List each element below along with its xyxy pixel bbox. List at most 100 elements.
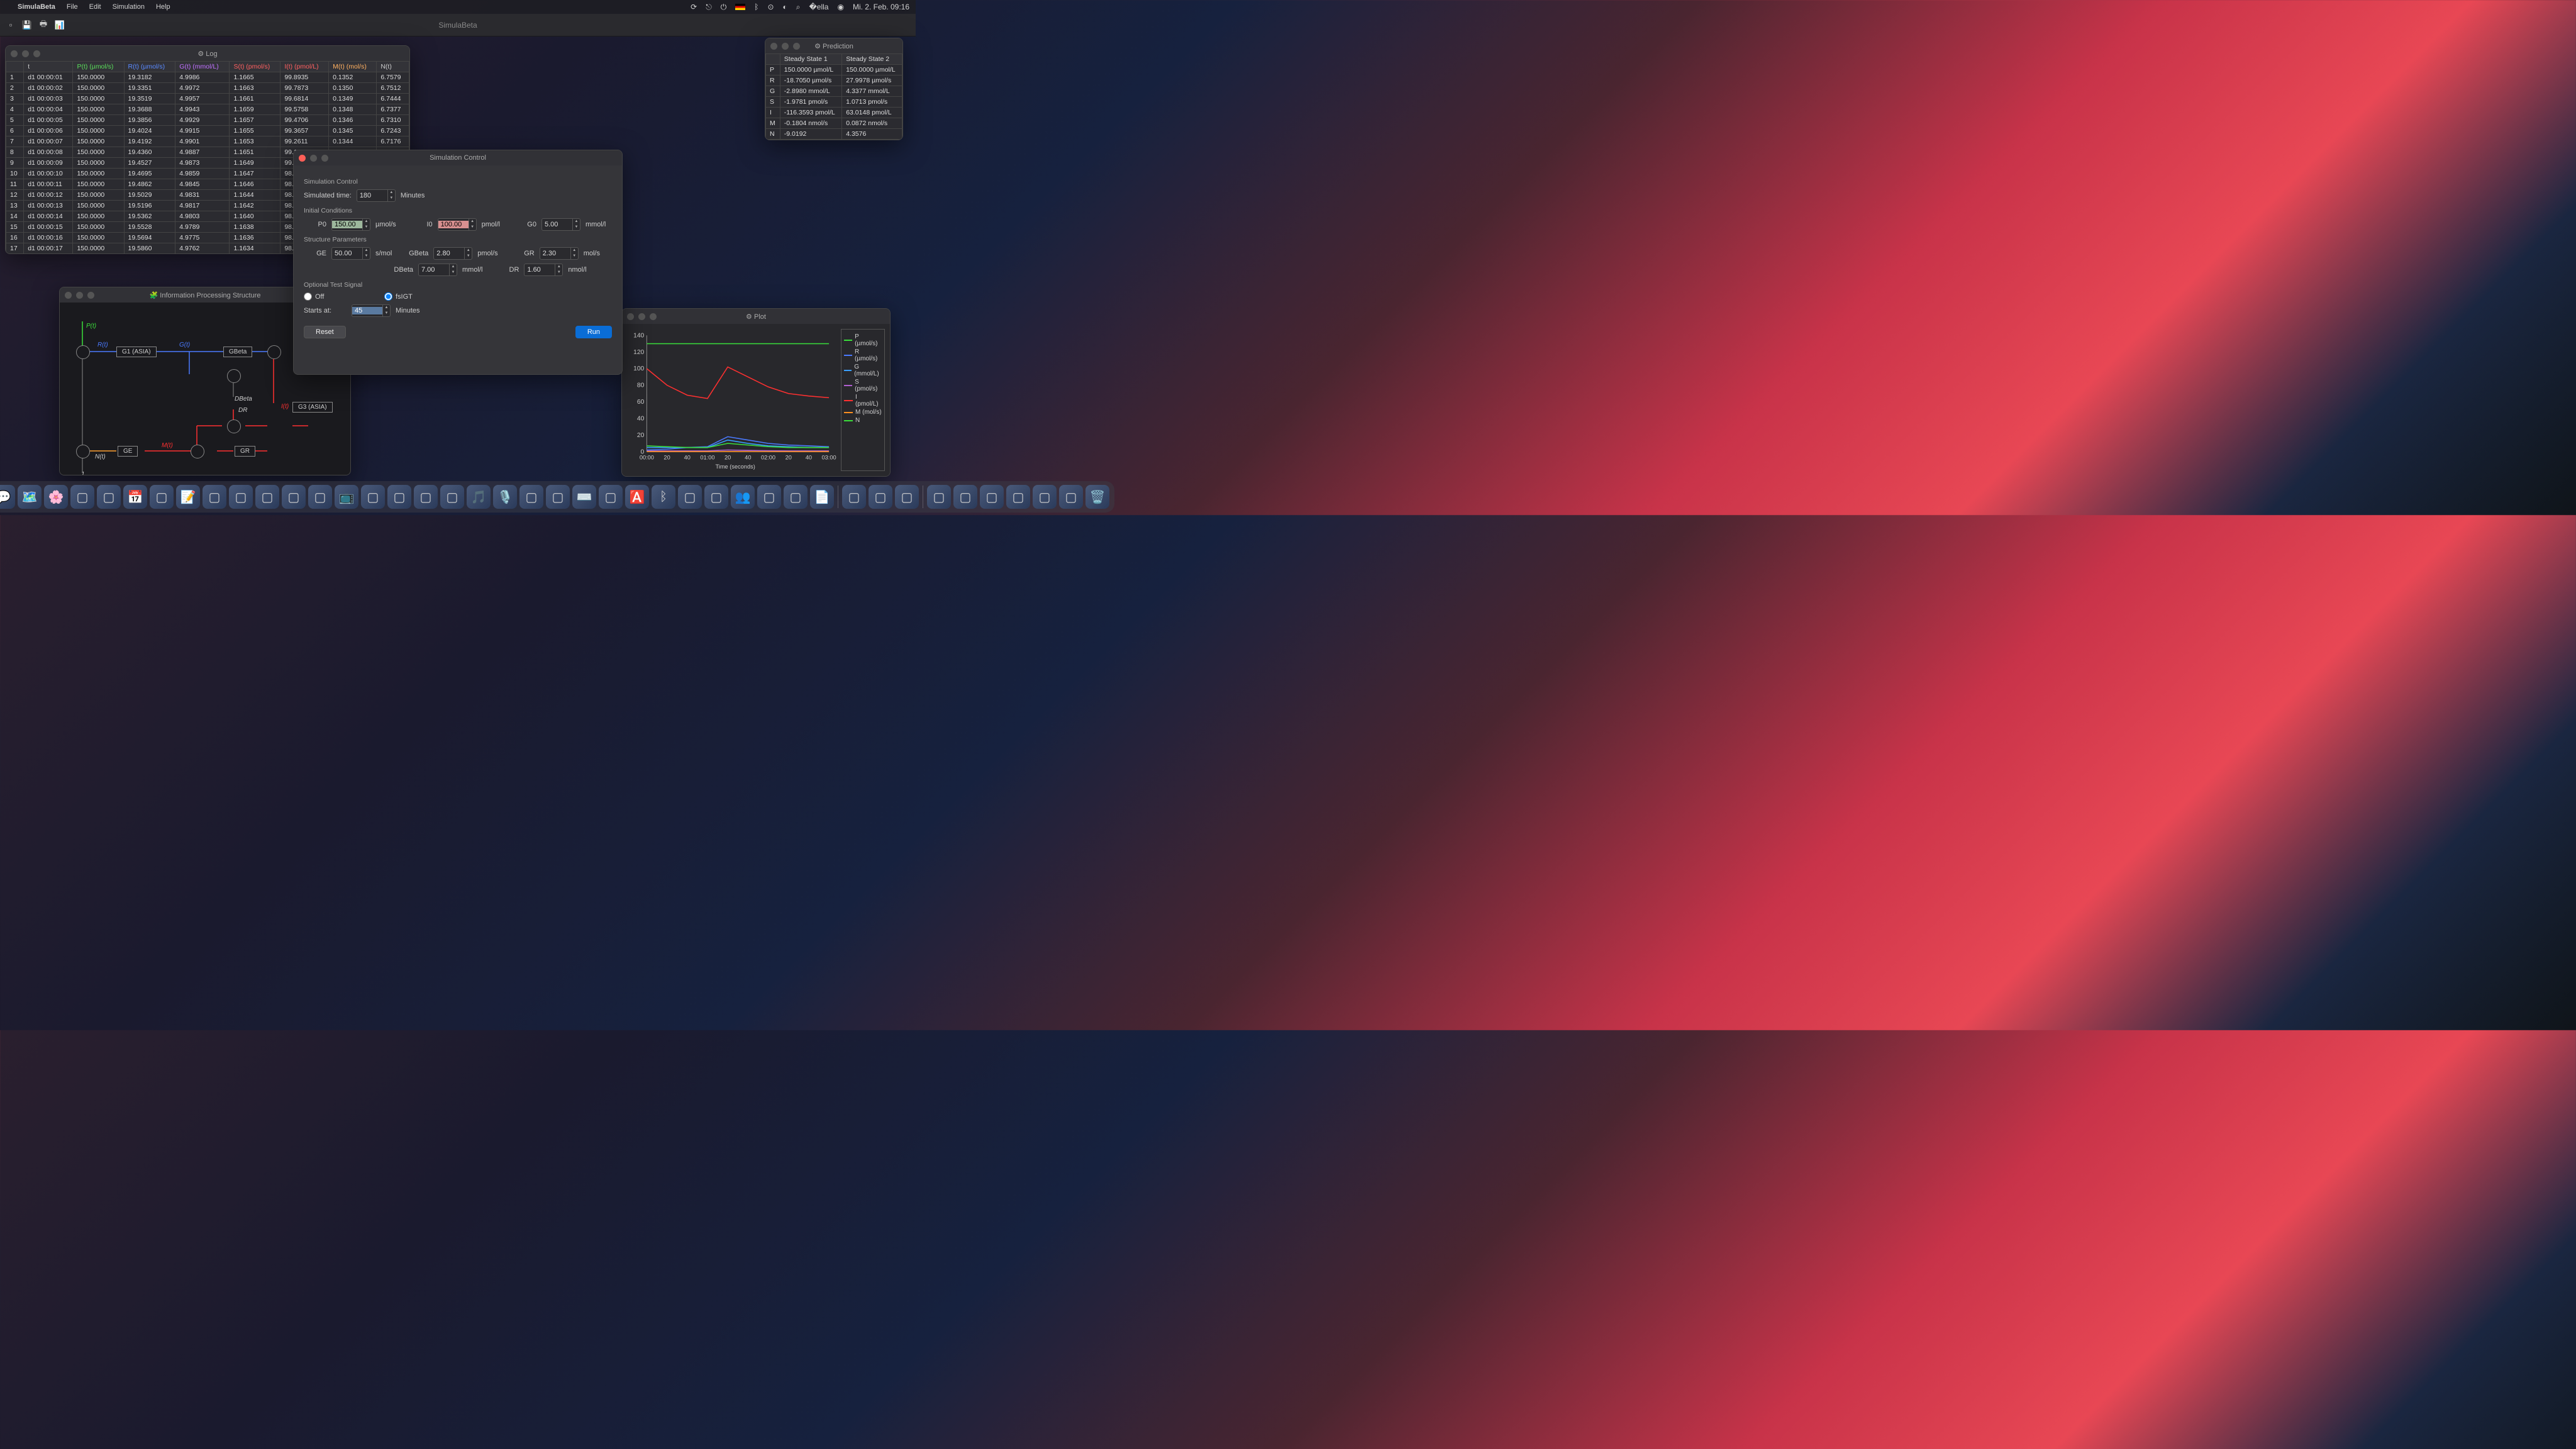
dock-trash-icon[interactable]: 🗑️	[1085, 485, 1109, 509]
dock-teams-icon[interactable]: 👥	[731, 485, 755, 509]
table-row[interactable]: R-18.7050 µmol/s27.9978 µmol/s	[766, 75, 902, 86]
dock-folder2-icon[interactable]: ▢	[953, 485, 977, 509]
ge-input[interactable]: ▲▼	[331, 247, 370, 260]
plot-canvas: 020406080100120140 00:00204001:00204002:…	[627, 329, 837, 471]
table-row[interactable]: S-1.9781 pmol/s1.0713 pmol/s	[766, 97, 902, 108]
status-icon[interactable]: ⎋	[706, 3, 712, 12]
ips-box-ge: GE	[118, 446, 138, 457]
dock-app10-icon[interactable]: ▢	[678, 485, 702, 509]
wifi-icon[interactable]: ⊙	[767, 3, 774, 11]
dock-app13-icon[interactable]: ▢	[784, 485, 808, 509]
p0-input[interactable]: ▲▼	[331, 218, 370, 231]
dock-app12-icon[interactable]: ▢	[757, 485, 781, 509]
clock[interactable]: Mi. 2. Feb. 09:16	[853, 3, 909, 11]
dock-maps-icon[interactable]: 🗺️	[18, 485, 42, 509]
starts-at-input[interactable]: ▲▼	[352, 304, 391, 317]
bluetooth-icon[interactable]: ᛒ	[754, 3, 758, 11]
dock-app1-icon[interactable]: ▢	[70, 485, 94, 509]
dock-app4-icon[interactable]: ▢	[361, 485, 385, 509]
dock-app15-icon[interactable]: ▢	[869, 485, 892, 509]
plot-titlebar[interactable]: ⚙ Plot	[622, 309, 890, 324]
table-row[interactable]: 3d1 00:00:03150.000019.35194.99571.16619…	[6, 94, 409, 104]
dock-doc2-icon[interactable]: ▢	[1059, 485, 1083, 509]
table-row[interactable]: 2d1 00:00:02150.000019.33514.99721.16639…	[6, 83, 409, 94]
dock-doc1-icon[interactable]: ▢	[1033, 485, 1057, 509]
dock-terminal-icon[interactable]: ⌨️	[572, 485, 596, 509]
flag-icon[interactable]	[735, 4, 745, 10]
menu-help[interactable]: Help	[156, 3, 170, 11]
table-row[interactable]: P150.0000 µmol/L150.0000 µmol/L	[766, 65, 902, 75]
ips-box-g1: G1 (ASIA)	[116, 347, 157, 357]
table-row[interactable]: I-116.3593 pmol/L63.0148 pmol/L	[766, 108, 902, 118]
i0-input[interactable]: ▲▼	[438, 218, 477, 231]
siri-icon[interactable]: ◉	[837, 3, 843, 11]
dock-app14-icon[interactable]: ▢	[842, 485, 866, 509]
gr-input[interactable]: ▲▼	[540, 247, 579, 260]
sim-time-input[interactable]: ▲▼	[357, 189, 396, 202]
radio-off[interactable]: Off	[304, 292, 347, 301]
app-name[interactable]: SimulaBeta	[18, 3, 55, 11]
menu-simulation[interactable]: Simulation	[113, 3, 145, 11]
dock-app7-icon[interactable]: ▢	[440, 485, 464, 509]
dbeta-input[interactable]: ▲▼	[418, 264, 457, 276]
table-row[interactable]: 4d1 00:00:04150.000019.36884.99431.16599…	[6, 104, 409, 115]
legend-item: P (µmol/s)	[844, 333, 882, 347]
status-icon[interactable]: ⏻	[721, 3, 727, 12]
dock-calendar-icon[interactable]: 📅	[123, 485, 147, 509]
dock-tv-icon[interactable]: 📺	[335, 485, 358, 509]
table-row[interactable]: G-2.8980 mmol/L4.3377 mmol/L	[766, 86, 902, 97]
dock-photos-icon[interactable]: 🌸	[44, 485, 68, 509]
reset-button[interactable]: Reset	[304, 326, 346, 338]
menu-file[interactable]: File	[67, 3, 78, 11]
table-row[interactable]: 1d1 00:00:01150.000019.31824.99861.16659…	[6, 72, 409, 83]
table-row[interactable]: 7d1 00:00:07150.000019.41924.99011.16539…	[6, 136, 409, 147]
log-titlebar[interactable]: ⚙ Log	[6, 46, 409, 61]
dock-app2-icon[interactable]: ▢	[97, 485, 121, 509]
table-row[interactable]: 5d1 00:00:05150.000019.38564.99291.16579…	[6, 115, 409, 126]
dock-appstore-icon[interactable]: 🅰️	[625, 485, 649, 509]
dock-folder4-icon[interactable]: ▢	[1006, 485, 1030, 509]
prediction-titlebar[interactable]: ⚙ Prediction	[765, 38, 902, 53]
dock-music-icon[interactable]: 🎵	[467, 485, 491, 509]
log-header: P(t) (µmol/s)	[73, 62, 124, 72]
dr-input[interactable]: ▲▼	[524, 264, 563, 276]
dock-folder3-icon[interactable]: ▢	[980, 485, 1004, 509]
dock-pages-icon[interactable]: ▢	[282, 485, 306, 509]
control-center-icon[interactable]: �ella	[809, 3, 828, 11]
table-row[interactable]: N-9.01924.3576	[766, 129, 902, 140]
dock-numbers-icon[interactable]: ▢	[229, 485, 253, 509]
menu-edit[interactable]: Edit	[89, 3, 101, 11]
toolbar-chart-icon[interactable]: 📊	[54, 19, 65, 31]
dock-notes-icon[interactable]: 📝	[176, 485, 200, 509]
dock-app11-icon[interactable]: ▢	[704, 485, 728, 509]
dock-app5-icon[interactable]: ▢	[387, 485, 411, 509]
toolbar-new-icon[interactable]: ▫	[5, 19, 16, 31]
dock-folder1-icon[interactable]: ▢	[927, 485, 951, 509]
search-icon[interactable]: ⌕	[796, 3, 801, 12]
gbeta-input[interactable]: ▲▼	[433, 247, 472, 260]
table-row[interactable]: 6d1 00:00:06150.000019.40244.99151.16559…	[6, 126, 409, 136]
dock-word-icon[interactable]: 📄	[810, 485, 834, 509]
dock-keynote-icon[interactable]: ▢	[255, 485, 279, 509]
table-row[interactable]: M-0.1804 nmol/s0.0872 nmol/s	[766, 118, 902, 129]
ips-label-gt: G(t)	[179, 341, 190, 348]
dock-app6-icon[interactable]: ▢	[414, 485, 438, 509]
dock-app9-icon[interactable]: ▢	[599, 485, 623, 509]
dock-app8-icon[interactable]: ▢	[546, 485, 570, 509]
status-icon[interactable]: ⟳	[691, 3, 697, 11]
dock-freeform-icon[interactable]: ▢	[203, 485, 226, 509]
run-button[interactable]: Run	[575, 326, 612, 338]
toolbar-print-icon[interactable]: 🖶	[38, 19, 49, 31]
dock-reminders-icon[interactable]: ▢	[150, 485, 174, 509]
dock-tvapp-icon[interactable]: ▢	[519, 485, 543, 509]
dock-app16-icon[interactable]: ▢	[895, 485, 919, 509]
dock-bluetooth-icon[interactable]: ᛒ	[652, 485, 675, 509]
radio-fsigt[interactable]: fsIGT	[384, 292, 427, 301]
dock-app3-icon[interactable]: ▢	[308, 485, 332, 509]
user-icon[interactable]: ◐	[783, 3, 787, 11]
simctrl-titlebar[interactable]: Simulation Control	[294, 150, 622, 165]
g0-input[interactable]: ▲▼	[541, 218, 580, 231]
dock-podcasts-icon[interactable]: 🎙️	[493, 485, 517, 509]
dock-messages-icon[interactable]: 💬	[0, 485, 15, 509]
toolbar-save-icon[interactable]: 💾	[21, 19, 33, 31]
